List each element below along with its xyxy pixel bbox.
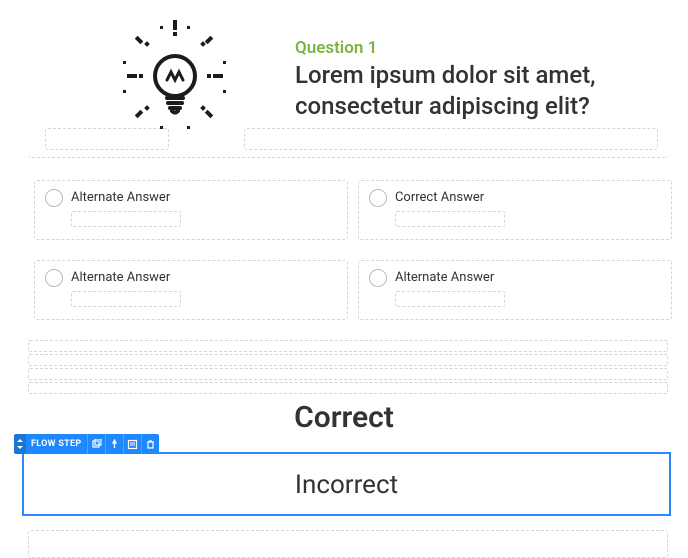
- settings-button[interactable]: [123, 434, 141, 454]
- answer-option[interactable]: Alternate Answer: [358, 260, 672, 320]
- radio-icon[interactable]: [369, 269, 387, 287]
- lightbulb-idea-icon: [115, 18, 235, 142]
- answer-label: Correct Answer: [395, 190, 484, 205]
- answer-option[interactable]: Alternate Answer: [34, 180, 348, 240]
- question-header: Question 1 Lorem ipsum dolor sit amet, c…: [45, 10, 655, 146]
- result-heading-correct: Correct: [0, 400, 688, 435]
- placeholder-block: [28, 340, 668, 396]
- answer-label: Alternate Answer: [71, 190, 170, 205]
- drag-handle-icon[interactable]: [14, 434, 26, 454]
- question-text: Lorem ipsum dolor sit amet, consectetur …: [295, 60, 685, 122]
- result-heading-incorrect: Incorrect: [24, 454, 669, 500]
- answer-option[interactable]: Correct Answer: [358, 180, 672, 240]
- answer-label: Alternate Answer: [395, 270, 494, 285]
- radio-icon[interactable]: [369, 189, 387, 207]
- answer-option[interactable]: Alternate Answer: [34, 260, 348, 320]
- flow-step-label: FLOW STEP: [26, 434, 87, 454]
- pin-button[interactable]: [105, 434, 123, 454]
- delete-button[interactable]: [141, 434, 159, 454]
- editor-canvas: Question 1 Lorem ipsum dolor sit amet, c…: [0, 0, 688, 558]
- result-correct-block: Correct: [0, 400, 688, 435]
- question-number-label: Question 1: [295, 38, 377, 58]
- flow-step-toolbar: FLOW STEP: [14, 434, 159, 454]
- answer-label: Alternate Answer: [71, 270, 170, 285]
- radio-icon[interactable]: [45, 189, 63, 207]
- flow-step-incorrect[interactable]: FLOW STEP Incorrect: [22, 452, 671, 516]
- duplicate-button[interactable]: [87, 434, 105, 454]
- radio-icon[interactable]: [45, 269, 63, 287]
